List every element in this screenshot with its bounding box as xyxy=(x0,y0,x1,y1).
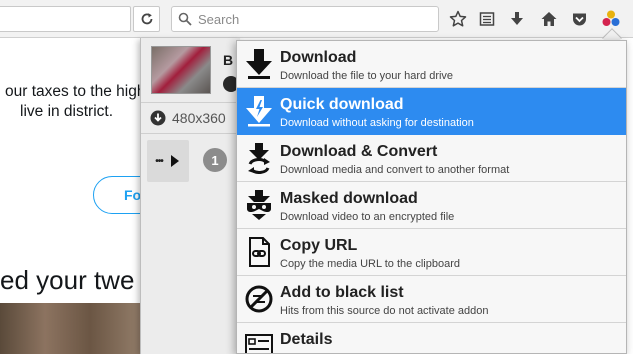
video-downloadhelper-icon[interactable] xyxy=(601,9,621,29)
variant-count-badge: 1 xyxy=(203,148,227,172)
menu-item-desc: Copy the media URL to the clipboard xyxy=(280,258,460,270)
menu-item-desc: Download the file to your hard drive xyxy=(280,70,454,82)
details-icon xyxy=(242,329,276,353)
play-arrow-icon xyxy=(170,155,179,167)
more-dots-icon: ••• xyxy=(155,155,163,167)
background-photo xyxy=(0,303,150,354)
download-circle-icon xyxy=(150,110,166,126)
page-heading: ed your twe xyxy=(0,265,135,295)
menu-item-desc: Download media and convert to another fo… xyxy=(280,164,510,176)
video-thumbnail[interactable] xyxy=(151,46,211,94)
search-icon xyxy=(178,12,192,26)
resolution-label: 480x360 xyxy=(172,110,226,126)
reload-button[interactable] xyxy=(133,6,160,32)
downloads-icon[interactable] xyxy=(507,9,527,29)
home-icon[interactable] xyxy=(539,9,559,29)
menu-item-title: Download & Convert xyxy=(280,143,438,160)
menu-item-details[interactable]: Details xyxy=(237,323,626,353)
menu-item-desc: Download video to an encrypted file xyxy=(280,211,455,223)
action-menu: Download Download the file to your hard … xyxy=(236,40,627,354)
reload-icon xyxy=(141,13,152,25)
menu-item-copy-url[interactable]: Copy URL Copy the media URL to the clipb… xyxy=(237,229,626,276)
menu-item-download-convert[interactable]: Download & Convert Download media and co… xyxy=(237,135,626,182)
pocket-icon[interactable] xyxy=(569,9,589,29)
search-box[interactable] xyxy=(171,6,439,32)
reading-list-icon[interactable] xyxy=(477,9,497,29)
url-bar[interactable] xyxy=(0,6,131,32)
menu-item-title: Details xyxy=(280,331,333,348)
tweet-text-line-1: our taxes to the highes xyxy=(5,83,162,100)
actions-expand-button[interactable]: ••• xyxy=(147,140,189,182)
resolution-row[interactable]: 480x360 xyxy=(141,102,240,134)
menu-item-title: Download xyxy=(280,49,357,66)
menu-item-desc: Hits from this source do not activate ad… xyxy=(280,305,489,317)
menu-item-masked-download[interactable]: Masked download Download video to an enc… xyxy=(237,182,626,229)
blacklist-icon xyxy=(242,282,276,316)
menu-item-title: Copy URL xyxy=(280,237,358,254)
menu-item-title: Masked download xyxy=(280,190,418,207)
bookmark-star-icon[interactable] xyxy=(448,9,468,29)
download-arrow-icon xyxy=(242,47,276,81)
copy-url-icon xyxy=(242,235,276,269)
menu-item-download[interactable]: Download Download the file to your hard … xyxy=(237,41,626,88)
addon-panel: B 480x360 ••• 1 xyxy=(140,38,240,354)
menu-item-title: Quick download xyxy=(280,96,404,113)
masked-download-icon xyxy=(242,188,276,222)
tweet-text-line-2: live in district. xyxy=(20,103,114,120)
quick-download-icon xyxy=(242,94,276,128)
download-convert-icon xyxy=(242,141,276,175)
browser-toolbar xyxy=(0,0,633,38)
menu-item-title: Add to black list xyxy=(280,284,404,301)
video-title: B xyxy=(223,52,234,68)
search-input[interactable] xyxy=(198,11,418,27)
menu-item-desc: Download without asking for destination xyxy=(280,117,474,129)
menu-item-add-to-blacklist[interactable]: Add to black list Hits from this source … xyxy=(237,276,626,323)
menu-item-quick-download[interactable]: Quick download Download without asking f… xyxy=(237,88,626,135)
